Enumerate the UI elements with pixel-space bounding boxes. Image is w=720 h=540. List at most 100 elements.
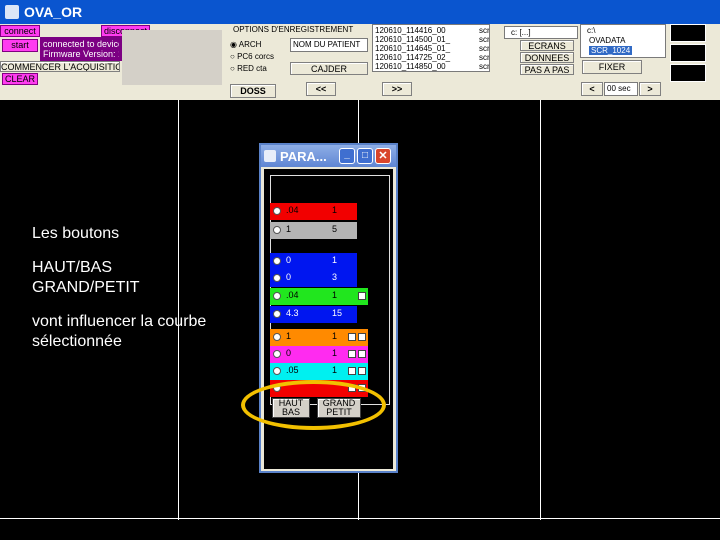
radio-red[interactable]: ○ RED cta bbox=[230, 64, 267, 74]
curve-checkbox[interactable] bbox=[348, 333, 356, 341]
file-list-item[interactable]: 120610_114850_00 scr bbox=[375, 62, 490, 71]
plot-gridline bbox=[178, 100, 179, 520]
caption-line-3: GRAND/PETIT bbox=[32, 279, 140, 296]
param-value-2[interactable]: 1 bbox=[332, 365, 337, 375]
file-ext: scr bbox=[479, 44, 490, 53]
param-value-2[interactable]: 1 bbox=[332, 290, 337, 300]
status-line-1: connected to device: ADVCD7/E8 bbox=[43, 39, 119, 49]
curve-checkbox[interactable] bbox=[348, 367, 356, 375]
close-button[interactable]: ✕ bbox=[375, 148, 391, 164]
dir-button[interactable]: DOSS bbox=[230, 84, 276, 98]
parameter-row[interactable]: 11 bbox=[270, 329, 368, 346]
ecrans-button[interactable]: ECRANS bbox=[520, 40, 574, 51]
parameter-row[interactable]: 03 bbox=[270, 270, 357, 287]
record-options-title: OPTIONS D'ENREGISTREMENT bbox=[233, 25, 354, 34]
param-value-1[interactable]: .04 bbox=[286, 290, 299, 300]
parameter-row[interactable]: .04 1 bbox=[270, 288, 368, 305]
param-value-1[interactable]: 0 bbox=[286, 348, 291, 358]
param-value-2[interactable]: 3 bbox=[332, 272, 337, 282]
curve-checkbox[interactable] bbox=[358, 350, 366, 358]
parameter-row[interactable]: 01 bbox=[270, 346, 368, 363]
status-line-2: Firmware Version: 1.2 bbox=[43, 49, 119, 59]
window-title: OVA_OR bbox=[24, 4, 83, 20]
control-panel: connect disconnect start connected to de… bbox=[0, 24, 720, 100]
dialog-title: PARA... bbox=[280, 149, 327, 164]
connect-button[interactable]: connect bbox=[0, 25, 40, 37]
curve-select-radio[interactable] bbox=[273, 350, 281, 358]
start-button[interactable]: start bbox=[2, 39, 38, 52]
folder-tree-item[interactable]: OVADATA bbox=[587, 36, 627, 45]
file-name: 120610_114850_00 bbox=[375, 62, 446, 71]
plot-gridline bbox=[540, 100, 541, 520]
minimize-button[interactable]: _ bbox=[339, 148, 355, 164]
file-name: 120610_114500_01_ bbox=[375, 35, 451, 44]
param-value-1[interactable]: 0 bbox=[286, 255, 291, 265]
curve-select-radio[interactable] bbox=[273, 292, 281, 300]
file-list-item[interactable]: 120610_114725_02_ scr bbox=[375, 53, 489, 62]
radio-pc6[interactable]: ○ PC6 corcs bbox=[230, 52, 274, 62]
plot-baseline bbox=[0, 518, 720, 519]
param-value-1[interactable]: 1 bbox=[286, 331, 291, 341]
param-value-1[interactable]: .05 bbox=[286, 365, 299, 375]
clear-button[interactable]: CLEAR bbox=[2, 73, 38, 85]
curve-select-radio[interactable] bbox=[273, 367, 281, 375]
highlight-ellipse bbox=[241, 380, 386, 430]
drive-select-value: c: [...] bbox=[511, 28, 531, 37]
window-titlebar: OVA_OR bbox=[0, 0, 720, 24]
drive-select[interactable]: c: [...] bbox=[504, 26, 578, 39]
dialog-icon bbox=[264, 150, 276, 162]
folder-tree-item[interactable]: SCR_1024 bbox=[589, 46, 633, 55]
file-list-item[interactable]: 120610_114416_00 scr bbox=[375, 26, 490, 35]
file-list-item[interactable]: 120610_114500_01_ scr bbox=[375, 35, 489, 44]
file-list-item[interactable]: 120610_114645_01_ scr bbox=[375, 44, 490, 53]
param-value-2[interactable]: 1 bbox=[332, 348, 337, 358]
file-ext: scr bbox=[479, 26, 490, 35]
param-value-1[interactable]: 1 bbox=[286, 224, 291, 234]
donnees-button[interactable]: DONNEES bbox=[520, 52, 574, 63]
curve-checkbox[interactable] bbox=[358, 333, 366, 341]
fixer-button[interactable]: FIXER bbox=[582, 60, 642, 74]
curve-select-radio[interactable] bbox=[273, 257, 281, 265]
param-value-2[interactable]: 1 bbox=[332, 255, 337, 265]
parameter-row[interactable]: .04 1 bbox=[270, 203, 357, 220]
parameter-row[interactable]: 15 bbox=[270, 222, 357, 239]
right-arrow-button[interactable]: > bbox=[639, 82, 661, 96]
curve-select-radio[interactable] bbox=[273, 310, 281, 318]
curve-checkbox[interactable] bbox=[348, 350, 356, 358]
caption-line-1: Les boutons bbox=[32, 225, 120, 242]
param-value-1[interactable]: 0 bbox=[286, 272, 291, 282]
parameter-row[interactable]: 4.3 15 bbox=[270, 306, 357, 323]
param-value-2[interactable]: 5 bbox=[332, 224, 337, 234]
curve-select-radio[interactable] bbox=[273, 274, 281, 282]
parameter-row[interactable]: .05 1 bbox=[270, 363, 368, 380]
left-arrow-button[interactable]: < bbox=[581, 82, 603, 96]
curve-checkbox[interactable] bbox=[358, 367, 366, 375]
folder-tree-item[interactable]: c:\ bbox=[585, 26, 597, 35]
param-value-2[interactable]: 1 bbox=[332, 331, 337, 341]
status-area bbox=[122, 30, 222, 85]
pas-a-pas-button[interactable]: PAS A PAS bbox=[520, 64, 574, 75]
parameter-row[interactable]: 01 bbox=[270, 253, 357, 270]
begin-acquisition-button[interactable]: COMMENCER L'ACQUISITION bbox=[0, 61, 120, 72]
param-value-2[interactable]: 1 bbox=[332, 205, 337, 215]
curve-checkbox[interactable] bbox=[358, 292, 366, 300]
patient-name-input[interactable]: NOM DU PATIENT bbox=[290, 38, 368, 52]
file-list[interactable]: 120610_114416_00 scr 120610_114500_01_ scr 1… bbox=[372, 24, 490, 72]
next-button[interactable]: >> bbox=[382, 82, 412, 96]
curve-select-radio[interactable] bbox=[273, 207, 281, 215]
indicator-box-3 bbox=[670, 64, 706, 82]
caption-line-4: vont influencer la courbe bbox=[32, 313, 207, 330]
curve-select-radio[interactable] bbox=[273, 333, 281, 341]
maximize-button[interactable]: □ bbox=[357, 148, 373, 164]
param-value-2[interactable]: 15 bbox=[332, 308, 342, 318]
save-button[interactable]: CAJDER bbox=[290, 62, 368, 75]
prev-button[interactable]: << bbox=[306, 82, 336, 96]
file-ext: scr bbox=[479, 62, 490, 71]
param-value-1[interactable]: 4.3 bbox=[286, 308, 299, 318]
curve-select-radio[interactable] bbox=[273, 226, 281, 234]
param-value-1[interactable]: .04 bbox=[286, 205, 299, 215]
folder-tree[interactable]: c:\ OVADATA SCR_1024 bbox=[580, 24, 666, 58]
radio-arch[interactable]: ◉ ARCH bbox=[230, 40, 261, 50]
radio-red-label: RED cta bbox=[237, 64, 267, 73]
seconds-field[interactable]: 00 sec bbox=[604, 82, 638, 96]
